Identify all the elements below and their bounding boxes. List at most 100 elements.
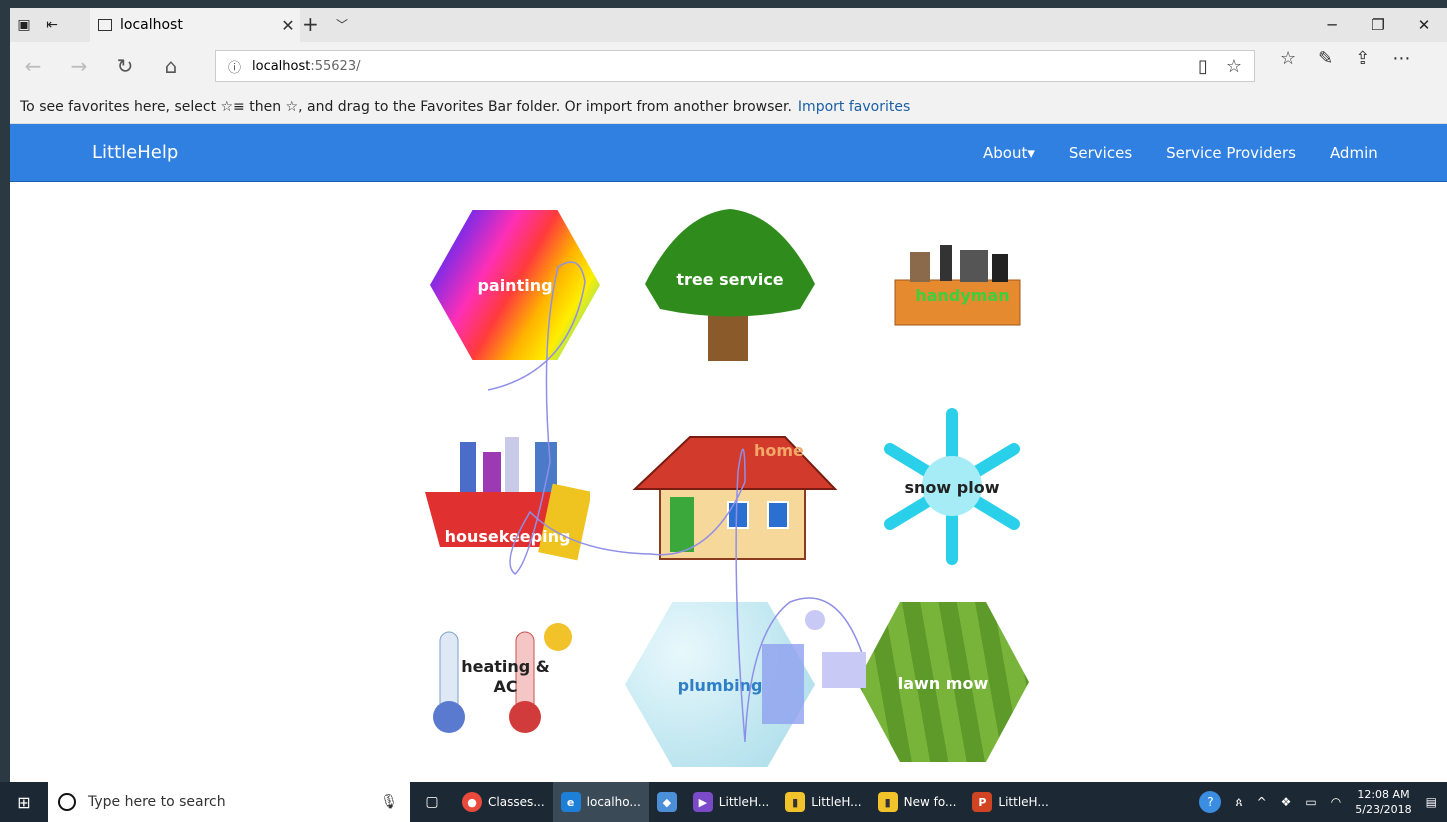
- tile-snow-plow-label: snow plow: [904, 478, 1000, 497]
- tile-lawn-mow-label: lawn mow: [897, 674, 989, 693]
- tile-painting[interactable]: painting: [430, 210, 600, 360]
- tile-home-label: home: [754, 441, 804, 460]
- tile-plumbing-label: plumbing: [677, 676, 763, 695]
- info-icon[interactable]: ⓘ: [228, 57, 252, 76]
- forward-icon[interactable]: →: [56, 46, 102, 86]
- tile-tree-label: tree service: [676, 270, 784, 289]
- wifi-icon[interactable]: ◠: [1331, 795, 1341, 809]
- heating-line1: heating &: [461, 657, 550, 676]
- site-navbar: LittleHelp About▾ Services Service Provi…: [10, 124, 1447, 182]
- search-placeholder: Type here to search: [88, 794, 226, 810]
- site-brand[interactable]: LittleHelp: [92, 142, 178, 163]
- tile-home[interactable]: home: [630, 427, 840, 567]
- favorites-hub-icon[interactable]: ☆: [1280, 48, 1296, 69]
- taskbar-ppt-label: LittleH...: [998, 795, 1049, 809]
- navigation-bar: ← → ↻ ⌂ ⓘ localhost :55623/ ▯ ☆ ☆ ✎ ⇪ ⋯: [10, 42, 1447, 90]
- share-icon[interactable]: ⇪: [1355, 48, 1370, 69]
- favorite-star-icon[interactable]: ☆: [1226, 56, 1242, 77]
- edge-icon: e: [560, 792, 581, 812]
- close-tab-icon[interactable]: ✕: [276, 16, 300, 35]
- address-bar[interactable]: ⓘ localhost :55623/ ▯ ☆: [215, 50, 1255, 82]
- task-view-icon[interactable]: ▢: [410, 794, 454, 810]
- house-icon: [632, 436, 838, 560]
- restore-icon[interactable]: ❐: [1355, 8, 1401, 42]
- new-tab-icon[interactable]: +: [302, 12, 319, 36]
- folder-icon: ▮: [785, 792, 806, 812]
- web-note-icon[interactable]: ✎: [1318, 48, 1333, 69]
- people-icon[interactable]: ጰ: [1235, 795, 1242, 810]
- tab-strip: ▣ ⇤ localhost ✕ + ﹀ ─ ❐ ✕: [10, 8, 1447, 42]
- refresh-icon[interactable]: ↻: [102, 46, 148, 86]
- nav-service-providers[interactable]: Service Providers: [1166, 144, 1296, 162]
- taskbar: ⊞ Type here to search 🎙 ▢ ● Classes... e…: [0, 782, 1447, 822]
- address-host: localhost: [252, 58, 311, 74]
- git-icon: ◆: [656, 792, 677, 812]
- tile-snow-plow[interactable]: snow plow: [872, 404, 1032, 569]
- taskbar-git[interactable]: ◆: [649, 782, 685, 822]
- back-icon[interactable]: ←: [10, 46, 56, 86]
- import-favorites-link[interactable]: Import favorites: [798, 99, 910, 115]
- heating-line2: AC: [493, 677, 518, 696]
- nav-services[interactable]: Services: [1069, 144, 1132, 162]
- address-actions: ▯ ☆: [1198, 56, 1242, 77]
- tile-heating-label: heating & AC: [428, 657, 583, 697]
- help-icon[interactable]: ?: [1199, 791, 1222, 813]
- taskbar-explorer-1[interactable]: ▮ LittleH...: [777, 782, 869, 822]
- taskbar-explorer1-label: LittleH...: [811, 795, 862, 809]
- taskbar-edge-label: localho...: [586, 795, 641, 809]
- set-aside-tabs-icon[interactable]: ⇤: [38, 11, 66, 39]
- tile-painting-label: painting: [477, 276, 553, 295]
- taskbar-chrome[interactable]: ● Classes...: [454, 782, 553, 822]
- taskbar-explorer-2[interactable]: ▮ New fo...: [870, 782, 965, 822]
- dropbox-icon[interactable]: ❖: [1281, 795, 1292, 809]
- decor-block: [762, 644, 804, 724]
- decor-dot: [805, 610, 825, 630]
- tile-housekeeping-label: housekeeping: [444, 527, 571, 546]
- decor-windows-icon: [822, 652, 866, 688]
- close-window-icon[interactable]: ✕: [1401, 8, 1447, 42]
- battery-icon[interactable]: ▭: [1305, 795, 1316, 809]
- toolbox-icon: [894, 245, 1021, 326]
- powerpoint-icon: P: [972, 792, 993, 812]
- tile-handyman[interactable]: handyman: [890, 240, 1035, 330]
- taskbar-chrome-label: Classes...: [488, 795, 545, 809]
- browser-window: ▣ ⇤ localhost ✕ + ﹀ ─ ❐ ✕ ← → ↻ ⌂ ⓘ loca…: [10, 8, 1447, 782]
- site-menu: About▾ Services Service Providers Admin: [983, 144, 1378, 162]
- chevron-down-icon[interactable]: ﹀: [336, 16, 348, 33]
- tile-housekeeping[interactable]: housekeeping: [425, 422, 590, 567]
- home-icon[interactable]: ⌂: [148, 46, 194, 86]
- chrome-icon: ●: [462, 792, 482, 812]
- chevron-up-icon[interactable]: ^: [1257, 795, 1267, 809]
- nav-about[interactable]: About▾: [983, 144, 1035, 162]
- tab-preview-icon[interactable]: ▣: [10, 11, 38, 39]
- microphone-icon[interactable]: 🎙: [380, 794, 398, 810]
- windows-start-icon[interactable]: ⊞: [0, 782, 48, 822]
- taskbar-visual-studio[interactable]: ▶ LittleH...: [685, 782, 777, 822]
- visual-studio-icon: ▶: [692, 792, 713, 812]
- address-port: :55623/: [310, 58, 361, 74]
- favorites-message: To see favorites here, select ☆≡ then ☆,…: [20, 98, 792, 115]
- window-controls: ─ ❐ ✕: [1309, 8, 1447, 42]
- tile-heating-ac[interactable]: heating & AC: [428, 607, 583, 755]
- taskbar-powerpoint[interactable]: P LittleH...: [964, 782, 1056, 822]
- nav-admin[interactable]: Admin: [1330, 144, 1378, 162]
- taskbar-search[interactable]: Type here to search 🎙: [48, 782, 410, 822]
- tile-lawn-mow[interactable]: lawn mow: [857, 602, 1029, 762]
- screen: ▣ ⇤ localhost ✕ + ﹀ ─ ❐ ✕ ← → ↻ ⌂ ⓘ loca…: [0, 0, 1447, 822]
- taskbar-edge[interactable]: e localho...: [552, 782, 649, 822]
- cortana-icon: [58, 793, 76, 811]
- notifications-icon[interactable]: ▤: [1426, 795, 1437, 809]
- tile-tree-service[interactable]: tree service: [640, 204, 820, 364]
- more-icon[interactable]: ⋯: [1392, 48, 1410, 69]
- clock-date: 5/23/2018: [1355, 803, 1412, 816]
- clock-time: 12:08 AM: [1357, 788, 1410, 801]
- clock[interactable]: 12:08 AM 5/23/2018: [1355, 787, 1411, 817]
- minimize-icon[interactable]: ─: [1309, 8, 1355, 42]
- tab-localhost[interactable]: localhost ✕: [90, 8, 300, 42]
- favorites-bar: To see favorites here, select ☆≡ then ☆,…: [10, 90, 1447, 124]
- tile-handyman-label: handyman: [915, 286, 1010, 305]
- toolbar-right: ☆ ✎ ⇪ ⋯: [1280, 48, 1410, 69]
- folder-icon: ▮: [877, 792, 898, 812]
- tab-title: localhost: [120, 17, 183, 33]
- reading-view-icon[interactable]: ▯: [1198, 56, 1208, 77]
